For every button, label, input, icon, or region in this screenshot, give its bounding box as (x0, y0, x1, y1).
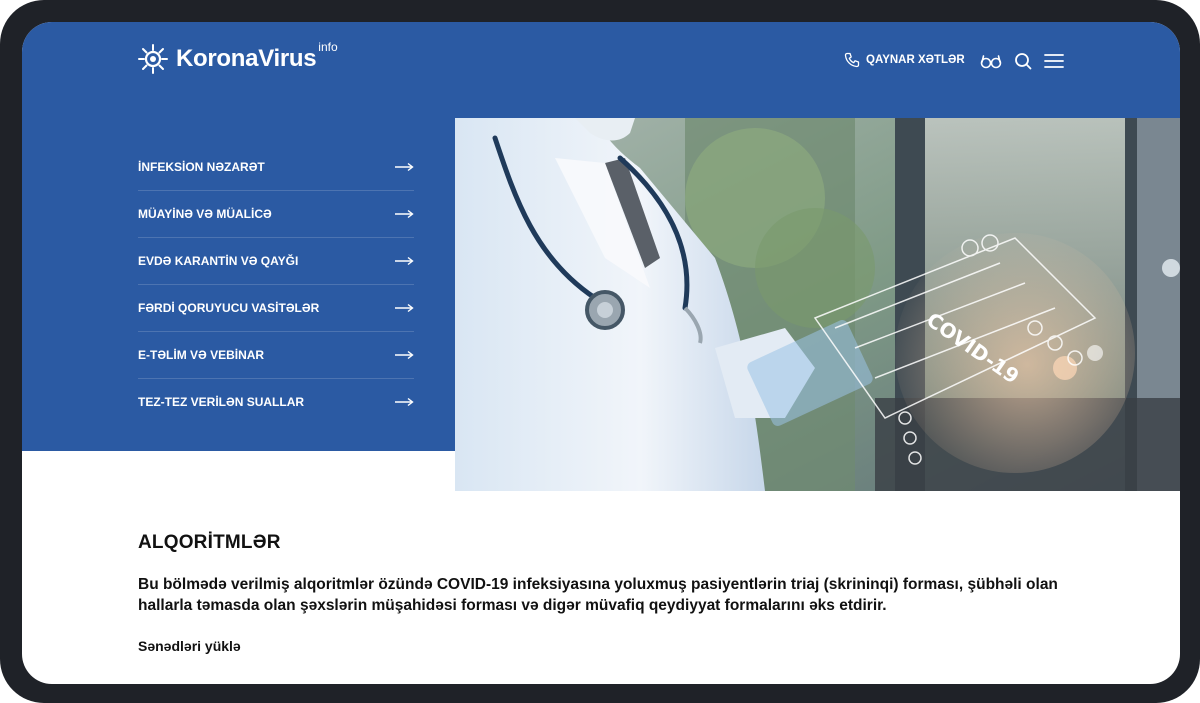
hotline-link[interactable]: QAYNAR XƏTLƏR (844, 52, 965, 68)
menu-item-evde-karantin[interactable]: EVDƏ KARANTİN VƏ QAYĞI (138, 238, 414, 285)
hotline-label: QAYNAR XƏTLƏR (866, 54, 965, 66)
logo-superscript: info (318, 40, 338, 54)
page-title: ALQORİTMLƏR (138, 532, 281, 553)
arrow-right-icon (395, 209, 414, 219)
arrow-right-icon (395, 162, 414, 172)
site-header: KoronaVirus info QAYNAR XƏTLƏR (22, 22, 1180, 118)
menu-item-label: E-TƏLİM VƏ VEBİNAR (138, 348, 265, 362)
menu-item-label: FƏRDİ QORUYUCU VASİTƏLƏR (138, 301, 320, 315)
menu-item-e-telim[interactable]: E-TƏLİM VƏ VEBİNAR (138, 332, 414, 379)
glasses-icon[interactable] (979, 50, 1003, 72)
arrow-right-icon (395, 397, 414, 407)
hero-photo-doctor: COVID-19 (455, 118, 1180, 491)
phone-icon (844, 52, 860, 68)
menu-item-label: MÜAYİNƏ VƏ MÜALİCƏ (138, 207, 272, 221)
section-description: Bu bölmədə verilmiş alqoritmlər özündə C… (138, 576, 1058, 614)
virus-sun-icon (138, 44, 168, 74)
download-documents-link[interactable]: Sənədləri yüklə (138, 638, 1068, 654)
search-icon[interactable] (1011, 50, 1035, 72)
arrow-right-icon (395, 256, 414, 266)
menu-item-tez-tez-suallar[interactable]: TEZ-TEZ VERİLƏN SUALLAR (138, 379, 414, 425)
menu-item-ferdi-qoruyucu[interactable]: FƏRDİ QORUYUCU VASİTƏLƏR (138, 285, 414, 332)
arrow-right-icon (395, 303, 414, 313)
main-content: ALQORİTMLƏR Bu bölmədə verilmiş alqoritm… (138, 532, 1068, 654)
menu-item-label: İNFEKSİON NƏZARƏT (138, 160, 265, 174)
hamburger-menu-icon[interactable] (1042, 50, 1066, 72)
menu-item-label: EVDƏ KARANTİN VƏ QAYĞI (138, 254, 299, 268)
arrow-right-icon (395, 350, 414, 360)
menu-item-label: TEZ-TEZ VERİLƏN SUALLAR (138, 395, 305, 409)
browser-viewport: KoronaVirus info QAYNAR XƏTLƏR İNFEKSİON… (22, 22, 1180, 684)
menu-item-infeksion-nezaret[interactable]: İNFEKSİON NƏZARƏT (138, 144, 414, 191)
menu-item-muayine-ve-mualice[interactable]: MÜAYİNƏ VƏ MÜALİCƏ (138, 191, 414, 238)
site-logo[interactable]: KoronaVirus info (138, 40, 338, 74)
device-frame: KoronaVirus info QAYNAR XƏTLƏR İNFEKSİON… (0, 0, 1200, 703)
doctor-illustration: COVID-19 (455, 118, 1180, 491)
logo-text: KoronaVirus (176, 45, 317, 72)
side-navigation: İNFEKSİON NƏZARƏT MÜAYİNƏ VƏ MÜALİCƏ EVD… (138, 144, 414, 425)
